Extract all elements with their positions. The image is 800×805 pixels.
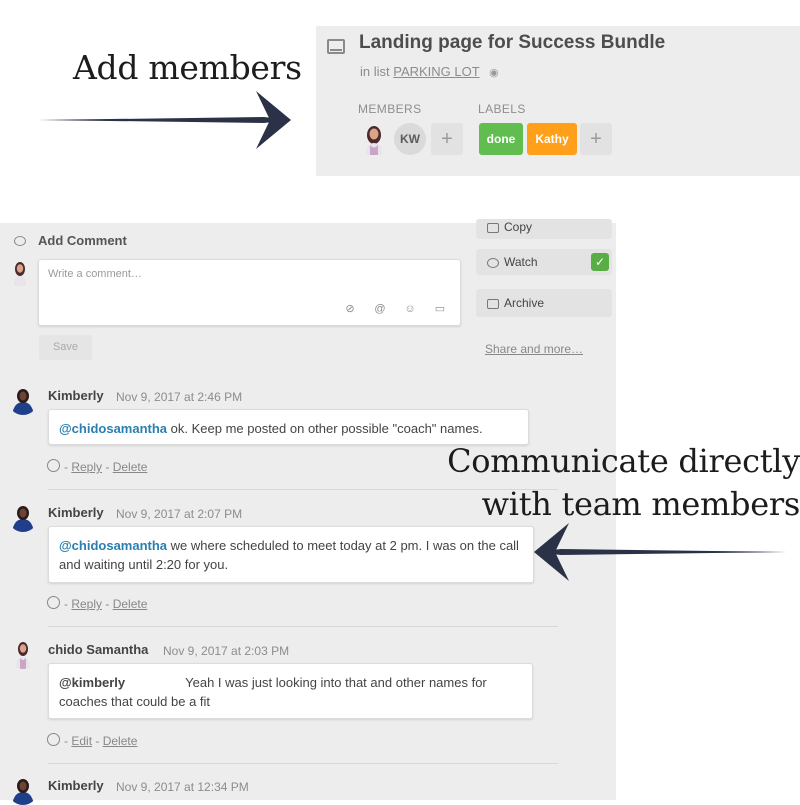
members-heading: MEMBERS — [358, 102, 422, 116]
delete-link[interactable]: Delete — [103, 734, 138, 748]
comment-time[interactable]: Nov 9, 2017 at 12:34 PM — [116, 780, 249, 794]
list-link[interactable]: PARKING LOT — [393, 64, 479, 79]
mention[interactable]: @chidosamantha — [59, 538, 167, 553]
card-icon[interactable]: ▭ — [433, 302, 447, 316]
copy-label: Copy — [504, 220, 533, 234]
labels-heading: LABELS — [478, 102, 526, 116]
comment-actions: - Reply - Delete — [47, 596, 147, 611]
eye-icon: ◉ — [489, 67, 499, 79]
watch-label: Watch — [504, 255, 538, 269]
comment-item: chido Samantha Nov 9, 2017 at 2:03 PM @k… — [0, 639, 616, 789]
copy-button[interactable]: Copy — [476, 219, 612, 239]
share-and-more-link[interactable]: Share and more… — [485, 342, 583, 356]
current-user-avatar — [14, 262, 26, 286]
add-label-button[interactable]: + — [580, 123, 612, 155]
label-kathy[interactable]: Kathy — [527, 123, 577, 155]
archive-icon — [487, 298, 499, 309]
copy-icon — [487, 222, 499, 233]
card-title[interactable]: Landing page for Success Bundle — [359, 32, 665, 54]
label-done[interactable]: done — [479, 123, 523, 155]
arrow-to-comments — [534, 523, 787, 581]
emoji-icon[interactable]: ☺ — [403, 302, 417, 316]
archive-button[interactable]: Archive — [476, 289, 612, 317]
comment-text: ok. Keep me posted on other possible "co… — [167, 421, 483, 436]
comment-divider — [48, 626, 558, 627]
add-members-annotation: Add members — [73, 48, 302, 87]
communicate-annotation: Communicate directly with team members — [444, 440, 800, 526]
save-button[interactable]: Save — [39, 335, 92, 360]
reaction-icon[interactable] — [47, 733, 60, 746]
comment-icon — [14, 236, 26, 246]
eye-icon — [487, 257, 499, 268]
archive-label: Archive — [504, 296, 545, 310]
watch-button[interactable]: Watch ✓ — [476, 249, 612, 275]
comment-actions: - Edit - Delete — [47, 733, 137, 748]
delete-link[interactable]: Delete — [113, 460, 148, 474]
author-avatar[interactable] — [8, 385, 38, 415]
reaction-icon[interactable] — [47, 596, 60, 609]
member-initials-avatar[interactable]: KW — [394, 123, 426, 155]
member-avatar[interactable] — [363, 123, 385, 155]
delete-link[interactable]: Delete — [113, 597, 148, 611]
check-icon: ✓ — [591, 253, 609, 271]
comment-author[interactable]: Kimberly — [48, 388, 104, 403]
edit-link[interactable]: Edit — [71, 734, 92, 748]
add-member-button[interactable]: + — [431, 123, 463, 155]
card-header-panel: Landing page for Success Bundle in list … — [316, 26, 800, 176]
comment-time[interactable]: Nov 9, 2017 at 2:03 PM — [163, 644, 289, 658]
attachment-icon[interactable]: ⊘ — [343, 302, 357, 316]
card-list-info: in list PARKING LOT ◉ — [360, 64, 499, 79]
comment-item: Kimberly Nov 9, 2017 at 12:34 PM — [0, 775, 616, 805]
author-avatar[interactable] — [8, 639, 38, 669]
comment-time[interactable]: Nov 9, 2017 at 2:07 PM — [116, 507, 242, 521]
author-avatar[interactable] — [8, 502, 38, 532]
mention[interactable]: @chidosamantha — [59, 421, 167, 436]
comment-actions: - Reply - Delete — [47, 459, 147, 474]
add-comment-title: Add Comment — [38, 233, 127, 248]
comment-author[interactable]: Kimberly — [48, 778, 104, 793]
reply-link[interactable]: Reply — [71, 597, 102, 611]
comment-divider — [48, 763, 558, 764]
comment-input[interactable]: Write a comment… ⊘ @ ☺ ▭ — [38, 259, 461, 326]
comment-author[interactable]: chido Samantha — [48, 642, 148, 657]
mention[interactable]: @kimberly — [59, 675, 125, 690]
author-avatar[interactable] — [8, 775, 38, 805]
reaction-icon[interactable] — [47, 459, 60, 472]
card-icon — [327, 39, 345, 54]
in-list-prefix: in list — [360, 64, 390, 79]
comment-placeholder: Write a comment… — [48, 268, 142, 280]
comment-author[interactable]: Kimberly — [48, 505, 104, 520]
comment-bubble: @chidosamantha we where scheduled to mee… — [48, 526, 534, 583]
communicate-line-1: Communicate directly — [447, 442, 800, 480]
reply-link[interactable]: Reply — [71, 460, 102, 474]
arrow-to-members — [38, 91, 291, 149]
mention-icon[interactable]: @ — [373, 302, 387, 316]
comment-bubble: @kimberly Yeah I was just looking into th… — [48, 663, 533, 719]
comment-time[interactable]: Nov 9, 2017 at 2:46 PM — [116, 390, 242, 404]
